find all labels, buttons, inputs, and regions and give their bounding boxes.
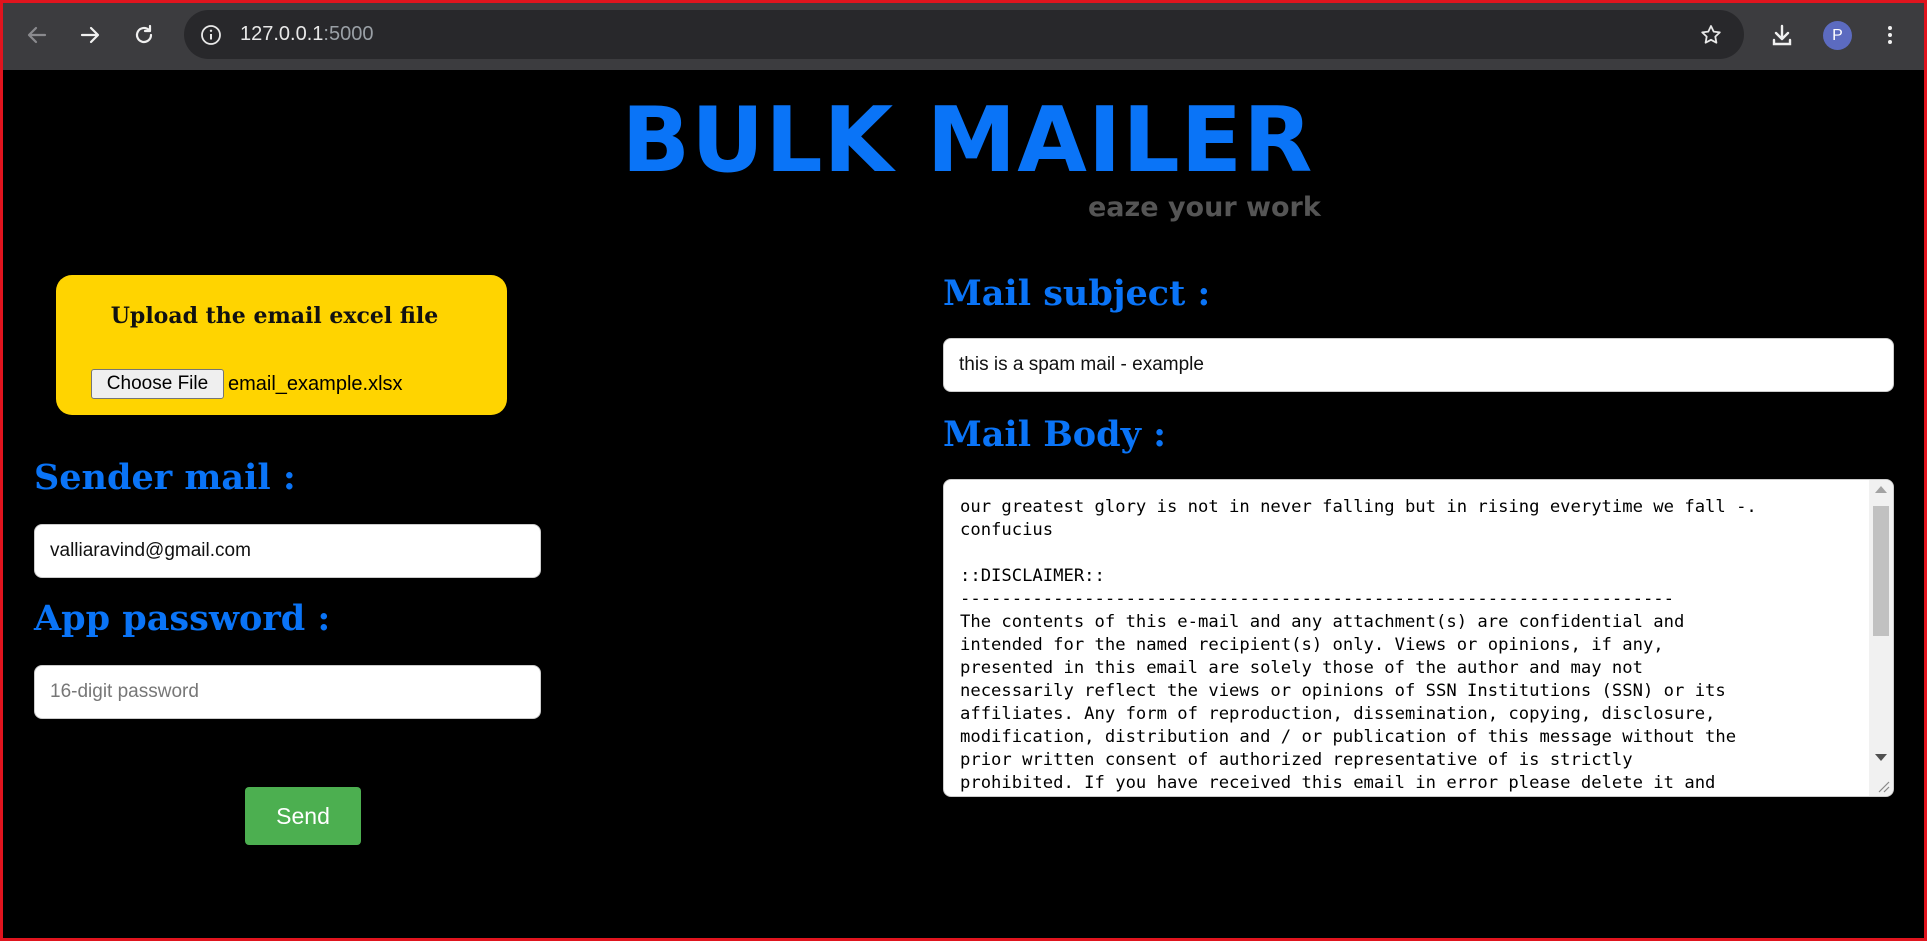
mail-body-textarea[interactable]: our greatest glory is not in never falli… (943, 479, 1894, 797)
profile-avatar[interactable]: P (1823, 21, 1852, 50)
resize-handle-icon[interactable] (1876, 779, 1890, 793)
selected-file-name: email_example.xlsx (228, 373, 403, 395)
back-icon[interactable] (15, 13, 59, 57)
address-bar[interactable]: 127.0.0.1:5000 (184, 10, 1744, 59)
download-icon[interactable] (1760, 13, 1804, 57)
site-info-icon[interactable] (196, 20, 226, 50)
upload-title: Upload the email excel file (110, 303, 439, 329)
bookmark-star-icon[interactable] (1696, 20, 1726, 50)
url-port: :5000 (323, 23, 374, 45)
forward-icon[interactable] (68, 13, 112, 57)
url-text[interactable]: 127.0.0.1:5000 (240, 10, 373, 59)
scroll-thumb[interactable] (1873, 506, 1889, 636)
mail-subject-field[interactable] (943, 338, 1894, 392)
more-menu-icon[interactable] (1868, 13, 1912, 57)
upload-card: Upload the email excel file Choose File … (56, 275, 507, 415)
mail-subject-label: Mail subject : (943, 273, 1211, 314)
sender-email-field[interactable] (34, 524, 541, 578)
page-title: BULK MAILER (621, 88, 1314, 193)
scroll-down-icon[interactable] (1875, 754, 1887, 761)
mail-body-text: our greatest glory is not in never falli… (960, 497, 1757, 793)
mail-body-scrollbar[interactable] (1869, 480, 1893, 796)
page-tagline: eaze your work (1088, 192, 1321, 223)
url-host: 127.0.0.1 (240, 23, 324, 45)
app-password-field[interactable] (34, 665, 541, 719)
sender-mail-label: Sender mail : (34, 457, 296, 498)
browser-toolbar: 127.0.0.1:5000 P (0, 0, 1927, 70)
app-password-label: App password : (34, 598, 331, 639)
scroll-up-icon[interactable] (1875, 486, 1887, 493)
choose-file-button[interactable]: Choose File (91, 369, 224, 399)
reload-icon[interactable] (122, 13, 166, 57)
send-button[interactable]: Send (245, 787, 361, 845)
mail-body-label: Mail Body : (943, 414, 1167, 455)
